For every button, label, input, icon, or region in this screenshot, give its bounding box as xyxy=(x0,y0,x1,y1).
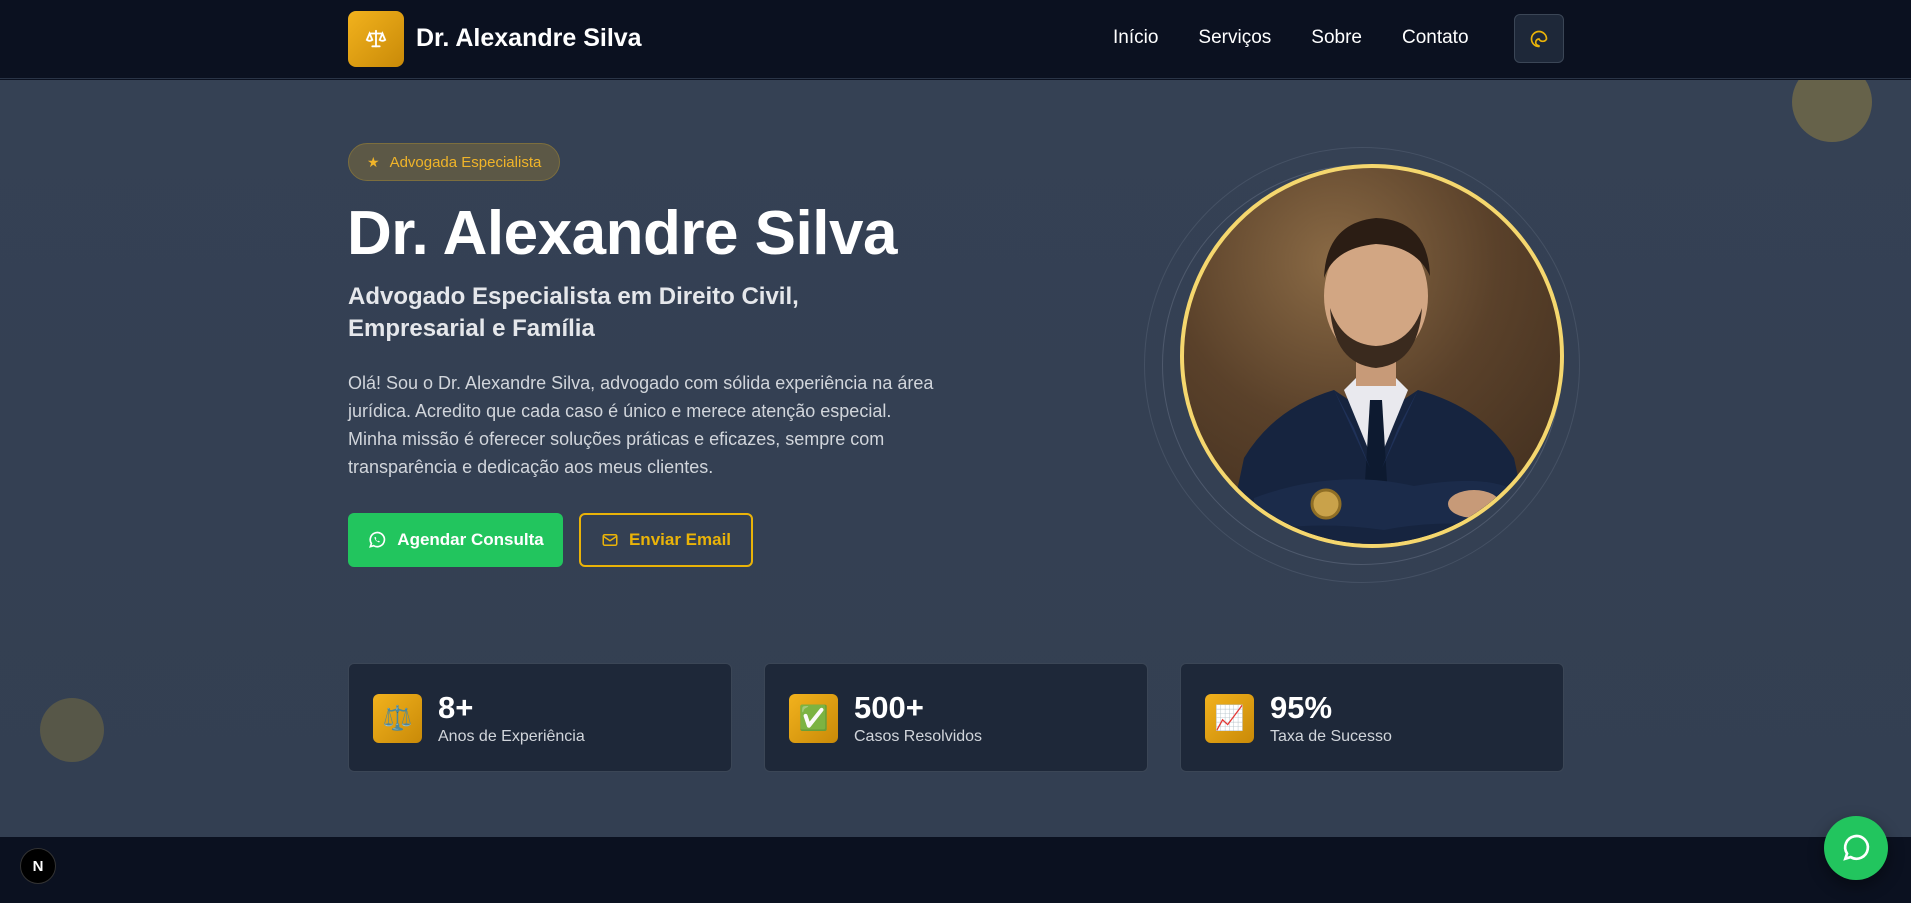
stat-label: Casos Resolvidos xyxy=(854,728,983,745)
lawyer-portrait xyxy=(1180,164,1564,548)
scales-icon: ⚖️ xyxy=(373,694,422,743)
stat-label: Taxa de Sucesso xyxy=(1270,728,1392,745)
send-email-label: Enviar Email xyxy=(628,530,732,549)
checkmark-icon: ✅ xyxy=(789,694,838,743)
stat-card-success: 📈 95% Taxa de Sucesso xyxy=(1180,663,1564,772)
nav-link-inicio[interactable]: Início xyxy=(1113,27,1158,49)
hero-section: ★ Advogada Especialista Dr. Alexandre Si… xyxy=(0,80,1911,837)
brand-name[interactable]: Dr. Alexandre Silva xyxy=(416,24,642,53)
chat-bubble-icon xyxy=(1843,834,1870,861)
main-nav: Início Serviços Sobre Contato xyxy=(1113,27,1469,49)
badge-label: Advogada Especialista xyxy=(389,153,542,171)
schedule-consultation-label: Agendar Consulta xyxy=(397,530,544,549)
decorative-circle xyxy=(40,698,104,762)
theme-toggle-icon xyxy=(1530,30,1548,47)
stat-value: 95% xyxy=(1270,690,1333,725)
stat-value: 8+ xyxy=(438,690,474,725)
chart-up-icon: 📈 xyxy=(1205,694,1254,743)
stat-label: Anos de Experiência xyxy=(438,728,585,745)
decorative-circle xyxy=(1792,80,1872,142)
send-email-button[interactable]: Enviar Email xyxy=(579,513,753,567)
star-icon: ★ xyxy=(367,153,380,170)
portrait-illustration xyxy=(1225,218,1533,544)
hero-subtitle: Advogado Especialista em Direito Civil, … xyxy=(348,283,799,342)
theme-toggle-button[interactable] xyxy=(1514,14,1564,63)
mail-icon xyxy=(602,534,618,546)
nav-link-contato[interactable]: Contato xyxy=(1402,27,1469,49)
hero-description: Olá! Sou o Dr. Alexandre Silva, advogado… xyxy=(348,373,934,477)
stat-card-cases: ✅ 500+ Casos Resolvidos xyxy=(764,663,1148,772)
whatsapp-icon xyxy=(369,531,386,548)
schedule-consultation-button[interactable]: Agendar Consulta xyxy=(348,513,563,567)
nav-link-servicos[interactable]: Serviços xyxy=(1198,27,1271,49)
page-title: Dr. Alexandre Silva xyxy=(347,199,897,268)
stat-card-experience: ⚖️ 8+ Anos de Experiência xyxy=(348,663,732,772)
logo[interactable] xyxy=(348,11,404,67)
scales-icon xyxy=(365,29,387,48)
nextjs-dev-badge[interactable]: N xyxy=(20,848,56,884)
specialist-badge: ★ Advogada Especialista xyxy=(348,143,561,181)
whatsapp-chat-button[interactable] xyxy=(1824,816,1888,880)
nav-link-sobre[interactable]: Sobre xyxy=(1311,27,1362,49)
site-header: Dr. Alexandre Silva Início Serviços Sobr… xyxy=(0,0,1911,79)
stat-value: 500+ xyxy=(854,690,924,725)
